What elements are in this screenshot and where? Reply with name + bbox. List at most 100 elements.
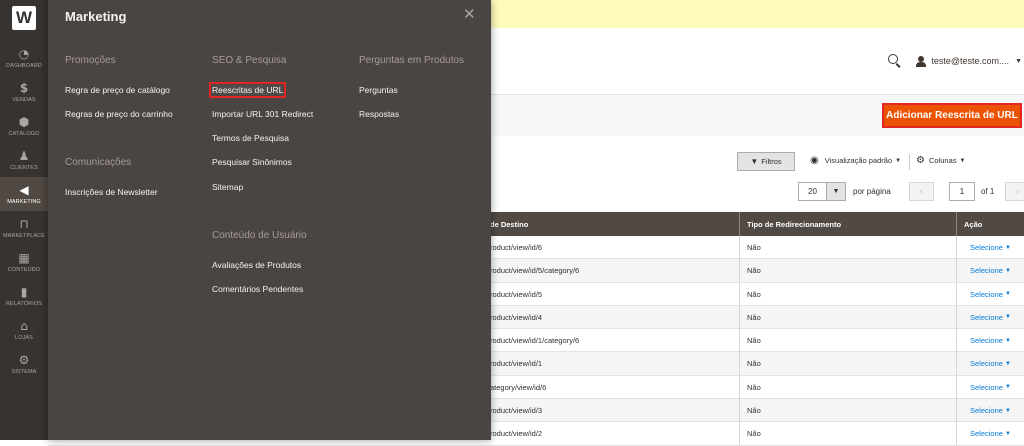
redirect-type-cell: Não [747, 359, 761, 369]
target-path-cell: roduct/view/id/1 [490, 359, 543, 369]
menu-link-questions[interactable]: Perguntas [359, 85, 398, 95]
toolbar-divider [909, 154, 910, 170]
action-select-label: Selecione [970, 312, 1003, 322]
next-page-button[interactable]: › [1005, 182, 1024, 201]
per-page-dropdown-button[interactable]: ▼ [826, 182, 846, 201]
menu-link-sitemap[interactable]: Sitemap [212, 182, 243, 192]
group-title-user-content: Conteúdo de Usuário [212, 230, 307, 241]
filters-button[interactable]: ▼ Filtros [737, 152, 795, 171]
bar-chart-icon: ▮ [20, 284, 28, 299]
sidebar-item-label: DASHBOARD [6, 62, 42, 69]
action-select[interactable]: Selecione ▼ [970, 306, 1011, 329]
view-label: Visualização padrão [824, 156, 893, 165]
sidebar-item-label: LOJAS [15, 334, 33, 341]
action-select-label: Selecione [970, 243, 1003, 252]
columns-selector[interactable]: ⚙ Colunas ▼ [916, 155, 965, 166]
action-select[interactable]: Selecione ▼ [970, 259, 1011, 282]
menu-link-product-reviews[interactable]: Avaliações de Produtos [212, 260, 301, 270]
sidebar-item-lojas[interactable]: ⌂ LOJAS [0, 313, 48, 347]
cell-divider [956, 236, 957, 259]
storefront-icon: ⌂ [20, 318, 28, 333]
column-header-redirect-type[interactable]: Tipo de Redirecionamento [747, 212, 841, 236]
menu-link-search-synonyms[interactable]: Pesquisar Sinônimos [212, 157, 292, 167]
redirect-type-cell: Não [747, 382, 761, 392]
action-select[interactable]: Selecione ▼ [970, 376, 1011, 399]
admin-sidebar: W ◔ DASHBOARD $ VENDAS ⬢ CATÁLOGO ♟ CLIE… [0, 0, 48, 440]
chevron-down-icon: ▼ [1005, 337, 1011, 344]
action-select-label: Selecione [970, 289, 1003, 299]
chevron-down-icon[interactable]: ▼ [1015, 58, 1022, 65]
sidebar-item-vendas[interactable]: $ VENDAS [0, 75, 48, 109]
prev-page-button[interactable]: ‹ [909, 182, 934, 201]
column-header-target[interactable]: de Destino [490, 212, 528, 236]
action-select[interactable]: Selecione ▼ [970, 352, 1011, 375]
user-icon [916, 55, 927, 67]
redirect-type-cell: Não [747, 312, 761, 322]
redirect-type-cell: Não [747, 289, 761, 299]
header-actions: teste@teste.com.... ▼ [888, 48, 1024, 74]
funnel-icon: ▼ [750, 157, 759, 166]
store-icon: ⊓ [19, 216, 29, 231]
page-number-input[interactable]: 1 [949, 182, 975, 201]
target-path-cell: roduct/view/id/5 [490, 289, 543, 299]
layout-icon: ▦ [18, 250, 30, 265]
sidebar-item-label: MARKETING [7, 198, 41, 205]
target-path-cell: roduct/view/id/1/category/6 [490, 336, 580, 346]
menu-link-answers[interactable]: Respostas [359, 109, 399, 119]
target-path-cell: roduct/view/id/2 [490, 429, 543, 439]
chevron-down-icon: ▼ [1005, 407, 1011, 414]
sidebar-item-label: RELATÓRIOS [5, 300, 43, 307]
account-menu[interactable]: teste@teste.com.... [931, 56, 1009, 66]
view-selector[interactable]: ◉ Visualização padrão ▼ [810, 155, 901, 166]
menu-link-cart-price-rules[interactable]: Regras de preço do carrinho [65, 109, 173, 119]
logo[interactable]: W [0, 0, 48, 36]
group-title-comunicacoes: Comunicações [65, 157, 132, 168]
action-select[interactable]: Selecione ▼ [970, 236, 1011, 259]
eye-icon: ◉ [810, 155, 819, 166]
menu-link-url-rewrites[interactable]: Reescritas de URL [208, 82, 287, 98]
menu-link-newsletter-subscriptions[interactable]: Inscrições de Newsletter [65, 187, 158, 197]
cell-divider [739, 375, 740, 399]
menu-link-search-terms[interactable]: Termos de Pesquisa [212, 133, 289, 143]
redirect-type-cell: Não [747, 429, 761, 439]
sidebar-item-catalogo[interactable]: ⬢ CATÁLOGO [0, 109, 48, 143]
sidebar-item-label: VENDAS [12, 96, 36, 103]
menu-link-pending-comments[interactable]: Comentários Pendentes [212, 284, 303, 294]
sidebar-item-conteudo[interactable]: ▦ CONTEÚDO [0, 245, 48, 279]
per-page-label: por página [853, 187, 891, 196]
dollar-icon: $ [19, 80, 29, 95]
action-select[interactable]: Selecione ▼ [970, 283, 1011, 306]
filters-label: Filtros [761, 157, 782, 166]
sidebar-item-clientes[interactable]: ♟ CLIENTES [0, 143, 48, 177]
sidebar-item-marketing[interactable]: ◀ MARKETING [0, 177, 48, 211]
target-path-cell: roduct/view/id/4 [490, 312, 543, 322]
redirect-type-cell: Não [747, 336, 761, 346]
cell-divider [739, 236, 740, 259]
close-icon[interactable]: ✕ [463, 7, 476, 22]
cell-divider [956, 352, 957, 376]
sidebar-item-relatorios[interactable]: ▮ RELATÓRIOS [0, 279, 48, 313]
sidebar-item-marketplace[interactable]: ⊓ MARKETPLACE [0, 211, 48, 245]
sidebar-item-label: CATÁLOGO [8, 130, 40, 137]
chevron-down-icon: ▼ [959, 157, 966, 164]
chevron-down-icon: ▼ [1005, 314, 1011, 321]
menu-link-catalog-price-rule[interactable]: Regra de preço de catálogo [65, 85, 170, 95]
column-divider [956, 212, 957, 236]
sidebar-item-label: SISTEMA [11, 368, 37, 375]
cell-divider [956, 422, 957, 446]
sidebar-item-sistema[interactable]: ⚙ SISTEMA [0, 347, 48, 381]
search-icon[interactable] [888, 54, 902, 68]
menu-link-import-301-redirect[interactable]: Importar URL 301 Redirect [212, 109, 313, 119]
dashboard-icon: ◔ [18, 46, 30, 61]
redirect-type-cell: Não [747, 266, 761, 276]
redirect-type-cell: Não [747, 406, 761, 416]
action-select[interactable]: Selecione ▼ [970, 422, 1011, 445]
action-select[interactable]: Selecione ▼ [970, 399, 1011, 422]
cell-divider [956, 305, 957, 329]
action-select[interactable]: Selecione ▼ [970, 329, 1011, 352]
cell-divider [956, 282, 957, 306]
add-url-rewrite-button[interactable]: Adicionar Reescrita de URL [882, 103, 1022, 128]
column-header-action: Ação [964, 219, 983, 229]
cell-divider [956, 329, 957, 353]
sidebar-item-dashboard[interactable]: ◔ DASHBOARD [0, 41, 48, 75]
